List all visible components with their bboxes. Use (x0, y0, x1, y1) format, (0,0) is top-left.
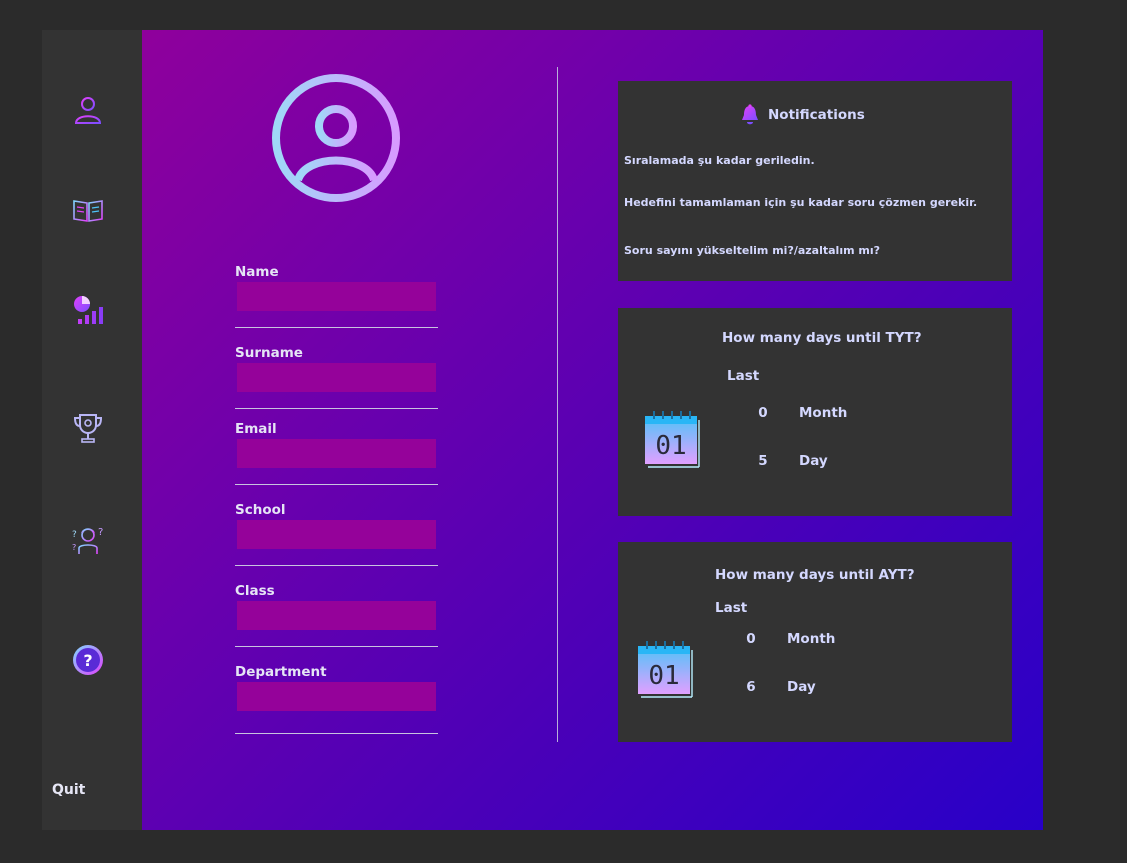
ayt-last-label: Last (715, 600, 748, 616)
surname-label: Surname (235, 345, 303, 361)
main-content: Name Surname Email School Class Departme… (142, 30, 1043, 830)
class-input[interactable] (237, 601, 436, 630)
ayt-month-label: Month (787, 631, 836, 647)
nav-questions-button[interactable]: ? ? ? (68, 520, 108, 560)
school-underline (235, 565, 438, 566)
svg-text:?: ? (72, 543, 76, 552)
notification-message: Hedefini tamamlaman için şu kadar soru ç… (624, 196, 978, 209)
email-input[interactable] (237, 439, 436, 468)
department-field-group: Department (235, 664, 438, 711)
nav-profile-button[interactable] (68, 90, 108, 130)
quit-button[interactable]: Quit (52, 782, 85, 798)
ayt-month-value: 0 (746, 631, 756, 647)
school-label: School (235, 502, 286, 518)
question-person-icon: ? ? ? (72, 527, 103, 554)
name-label: Name (235, 264, 279, 280)
svg-text:?: ? (72, 530, 77, 540)
surname-field-group: Surname (235, 345, 438, 392)
ayt-countdown-panel: How many days until AYT? Last 01 0 Month… (618, 542, 1012, 742)
vertical-divider (557, 67, 558, 742)
surname-input[interactable] (237, 363, 436, 392)
department-input[interactable] (237, 682, 436, 711)
surname-underline (235, 408, 438, 409)
notification-message: Soru sayını yükseltelim mi?/azaltalım mı… (624, 244, 880, 257)
department-label: Department (235, 664, 327, 680)
tyt-month-label: Month (799, 405, 848, 421)
tyt-countdown-panel: How many days until TYT? Last 01 0 Month… (618, 308, 1012, 516)
ayt-day-label: Day (787, 679, 816, 695)
calendar-icon: 01 (645, 411, 700, 468)
tyt-month-value: 0 (758, 405, 768, 421)
class-field-group: Class (235, 583, 438, 630)
book-icon (73, 200, 103, 222)
svg-text:?: ? (83, 651, 92, 670)
stats-icon (74, 296, 103, 324)
notifications-title: Notifications (768, 107, 865, 123)
notification-message: Sıralamada şu kadar geriledin. (624, 154, 815, 167)
notifications-panel: Notifications Sıralamada şu kadar gerile… (618, 81, 1012, 281)
email-field-group: Email (235, 421, 438, 468)
bell-icon (742, 104, 758, 125)
nav-help-button[interactable]: ? (68, 640, 108, 680)
svg-text:01: 01 (648, 661, 679, 691)
class-underline (235, 646, 438, 647)
name-underline (235, 327, 438, 328)
email-label: Email (235, 421, 277, 437)
tyt-title: How many days until TYT? (722, 330, 922, 346)
sidebar: ? ? ? ? Quit (42, 30, 142, 830)
department-underline (235, 733, 438, 734)
class-label: Class (235, 583, 275, 599)
notifications-header: Notifications (740, 104, 865, 126)
tyt-day-label: Day (799, 453, 828, 469)
email-underline (235, 484, 438, 485)
user-icon (74, 97, 102, 124)
ayt-day-value: 6 (746, 679, 756, 695)
nav-statistics-button[interactable] (68, 290, 108, 330)
nav-courses-button[interactable] (68, 190, 108, 230)
help-icon: ? (73, 645, 103, 675)
ayt-title: How many days until AYT? (715, 567, 915, 583)
name-field-group: Name (235, 264, 438, 311)
svg-text:?: ? (98, 527, 103, 538)
name-input[interactable] (237, 282, 436, 311)
app-window: ? ? ? ? Quit Name Surname Email School C… (42, 30, 1043, 830)
tyt-last-label: Last (727, 368, 760, 384)
tyt-day-value: 5 (758, 453, 768, 469)
school-input[interactable] (237, 520, 436, 549)
profile-avatar-icon (272, 74, 400, 202)
nav-achievements-button[interactable] (68, 408, 108, 448)
svg-text:01: 01 (655, 431, 686, 461)
calendar-icon: 01 (638, 641, 693, 698)
trophy-icon (73, 414, 103, 443)
school-field-group: School (235, 502, 438, 549)
